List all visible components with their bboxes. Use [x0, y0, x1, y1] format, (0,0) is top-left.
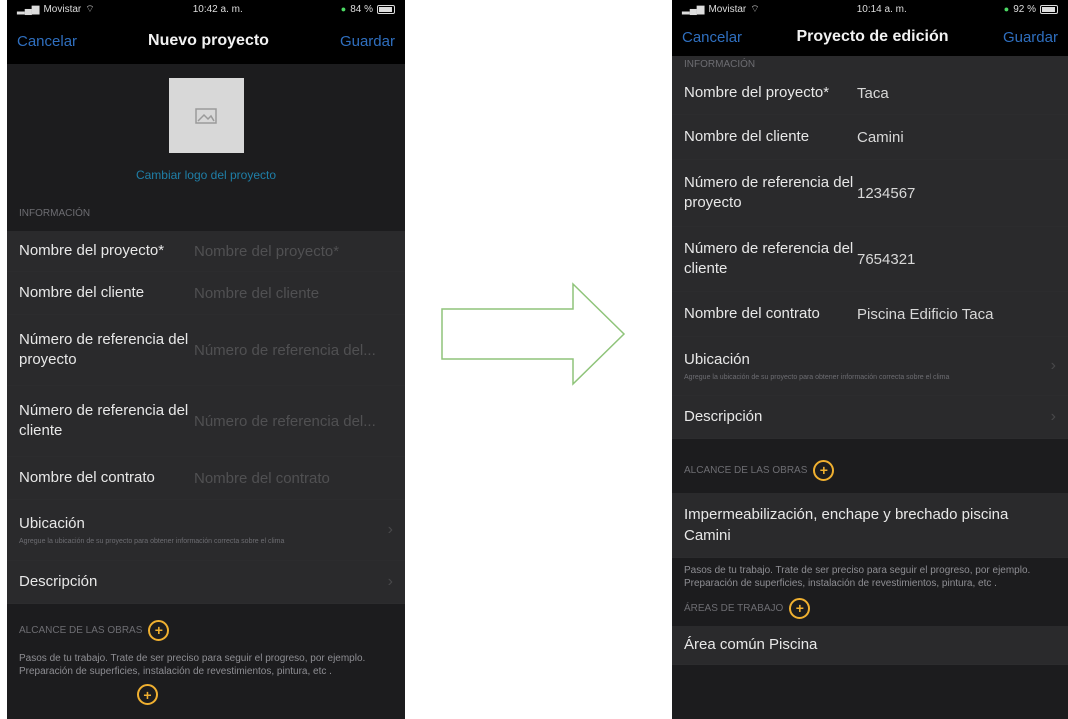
- client-name-row[interactable]: Nombre del cliente Camini: [672, 115, 1068, 160]
- edit-project-screen: ▂▄▆ Movistar ⌔ 10:14 a. m. ● 92 % Cancel…: [672, 0, 1068, 719]
- chevron-right-icon: ›: [1050, 357, 1056, 374]
- client-ref-row[interactable]: Número de referencia del cliente Número …: [7, 386, 405, 457]
- client-ref-label: Número de referencia del cliente: [19, 402, 189, 439]
- save-button[interactable]: Guardar: [1003, 29, 1058, 46]
- scope-header-label: ALCANCE DE LAS OBRAS: [684, 464, 808, 476]
- scope-section-header: ALCANCE DE LAS OBRAS +: [7, 616, 405, 644]
- project-ref-row[interactable]: Número de referencia del proyecto 123456…: [672, 160, 1068, 227]
- battery-level: 92 %: [1013, 3, 1036, 15]
- battery-icon: [1040, 4, 1058, 14]
- contract-name-label: Nombre del contrato: [19, 469, 155, 486]
- project-name-input[interactable]: Taca: [857, 85, 889, 102]
- scope-header-label: ALCANCE DE LAS OBRAS: [19, 624, 143, 636]
- client-name-label: Nombre del cliente: [684, 128, 810, 145]
- add-area-plus-icon[interactable]: +: [137, 684, 158, 705]
- chevron-right-icon: ›: [1050, 408, 1056, 425]
- client-name-input[interactable]: Camini: [857, 129, 904, 146]
- chevron-right-icon: ›: [387, 521, 393, 538]
- wifi-icon: ⌔: [85, 3, 95, 15]
- scope-item-label: Impermeabilización, enchape y brechado p…: [684, 506, 1009, 544]
- nav-bar: Cancelar Nuevo proyecto Guardar: [7, 18, 405, 64]
- battery-icon: [377, 4, 395, 14]
- work-area-label: Área común Piscina: [684, 636, 818, 653]
- location-label: Ubicación: [684, 351, 750, 368]
- add-scope-plus-icon[interactable]: +: [148, 619, 170, 641]
- clock: 10:42 a. m.: [192, 3, 243, 15]
- project-name-input[interactable]: Nombre del proyecto*: [194, 243, 339, 260]
- scope-item-row[interactable]: Impermeabilización, enchape y brechado p…: [672, 493, 1068, 558]
- project-name-label: Nombre del proyecto*: [684, 84, 830, 101]
- work-area-row[interactable]: Área común Piscina: [672, 626, 1068, 665]
- status-bar: ▂▄▆ Movistar ⌔ 10:14 a. m. ● 92 %: [672, 0, 1068, 18]
- logo-section: Cambiar logo del proyecto: [7, 64, 405, 204]
- nav-bar: Cancelar Proyecto de edición Guardar: [672, 18, 1068, 56]
- location-row[interactable]: Ubicación Agregue la ubicación de su pro…: [672, 337, 1068, 396]
- location-hint: Agregue la ubicación de su proyecto para…: [19, 538, 285, 545]
- scope-hint: Pasos de tu trabajo. Trate de ser precis…: [19, 653, 366, 677]
- project-name-row[interactable]: Nombre del proyecto* Nombre del proyecto…: [7, 231, 405, 272]
- info-section-header: INFORMACIÓN: [7, 204, 405, 222]
- description-label: Descripción: [684, 408, 763, 425]
- scope-section-header: ALCANCE DE LAS OBRAS +: [672, 457, 1068, 483]
- cancel-button[interactable]: Cancelar: [17, 33, 77, 50]
- project-name-row[interactable]: Nombre del proyecto* Taca: [672, 72, 1068, 115]
- clock: 10:14 a. m.: [856, 3, 907, 15]
- contract-name-input[interactable]: Piscina Edificio Taca: [857, 306, 993, 323]
- client-ref-input[interactable]: 7654321: [857, 251, 915, 268]
- contract-name-label: Nombre del contrato: [684, 305, 820, 322]
- location-hint: Agregue la ubicación de su proyecto para…: [684, 374, 950, 381]
- description-label: Descripción: [19, 573, 98, 590]
- client-name-row[interactable]: Nombre del cliente Nombre del cliente: [7, 272, 405, 315]
- transition-arrow: [440, 282, 626, 391]
- project-ref-label: Número de referencia del proyecto: [19, 331, 189, 368]
- chevron-right-icon: ›: [387, 573, 393, 590]
- battery-level: 84 %: [350, 3, 373, 15]
- project-logo[interactable]: [168, 78, 244, 153]
- scope-hint: Pasos de tu trabajo. Trate de ser precis…: [684, 565, 1031, 589]
- page-title: Nuevo proyecto: [148, 32, 269, 49]
- change-logo-link[interactable]: Cambiar logo del proyecto: [136, 168, 276, 182]
- contract-name-row[interactable]: Nombre del contrato Piscina Edificio Tac…: [672, 292, 1068, 337]
- client-ref-row[interactable]: Número de referencia del cliente 7654321: [672, 227, 1068, 292]
- cancel-button[interactable]: Cancelar: [682, 29, 742, 46]
- signal-icon: ▂▄▆: [682, 3, 705, 15]
- contract-name-row[interactable]: Nombre del contrato Nombre del contrato: [7, 457, 405, 500]
- project-ref-input[interactable]: Número de referencia del...: [194, 342, 376, 359]
- work-areas-header-label: ÁREAS DE TRABAJO: [684, 602, 784, 614]
- work-areas-section-header: ÁREAS DE TRABAJO +: [672, 597, 1068, 619]
- right-arrow-icon: [441, 282, 626, 386]
- info-section-header: INFORMACIÓN: [672, 56, 1068, 72]
- signal-icon: ▂▄▆: [17, 3, 40, 15]
- carrier-label: Movistar: [708, 3, 747, 15]
- description-row[interactable]: Descripción ›: [672, 396, 1068, 439]
- add-scope-plus-icon[interactable]: +: [813, 459, 835, 481]
- page-title: Proyecto de edición: [796, 28, 949, 45]
- save-button[interactable]: Guardar: [340, 33, 395, 50]
- location-row[interactable]: Ubicación Agregue la ubicación de su pro…: [7, 500, 405, 561]
- project-ref-input[interactable]: 1234567: [857, 185, 915, 202]
- info-header-label: INFORMACIÓN: [684, 58, 756, 70]
- project-name-label: Nombre del proyecto*: [19, 242, 165, 259]
- client-ref-input[interactable]: Número de referencia del...: [194, 413, 376, 430]
- add-area-plus-icon[interactable]: +: [789, 597, 811, 619]
- info-header-label: INFORMACIÓN: [19, 207, 91, 219]
- client-name-label: Nombre del cliente: [19, 284, 145, 301]
- project-ref-label: Número de referencia del proyecto: [684, 174, 854, 211]
- project-ref-row[interactable]: Número de referencia del proyecto Número…: [7, 315, 405, 386]
- client-ref-label: Número de referencia del cliente: [684, 240, 854, 277]
- charging-dot-icon: ●: [1003, 4, 1010, 14]
- wifi-icon: ⌔: [750, 3, 760, 15]
- status-bar: ▂▄▆ Movistar ⌔ 10:42 a. m. ● 84 %: [7, 0, 405, 18]
- new-project-screen: ▂▄▆ Movistar ⌔ 10:42 a. m. ● 84 % Cancel…: [7, 0, 405, 719]
- location-label: Ubicación: [19, 515, 85, 532]
- carrier-label: Movistar: [43, 3, 82, 15]
- image-placeholder-icon: [195, 107, 217, 124]
- description-row[interactable]: Descripción ›: [7, 561, 405, 604]
- charging-dot-icon: ●: [340, 4, 347, 14]
- client-name-input[interactable]: Nombre del cliente: [194, 285, 319, 302]
- contract-name-input[interactable]: Nombre del contrato: [194, 470, 330, 487]
